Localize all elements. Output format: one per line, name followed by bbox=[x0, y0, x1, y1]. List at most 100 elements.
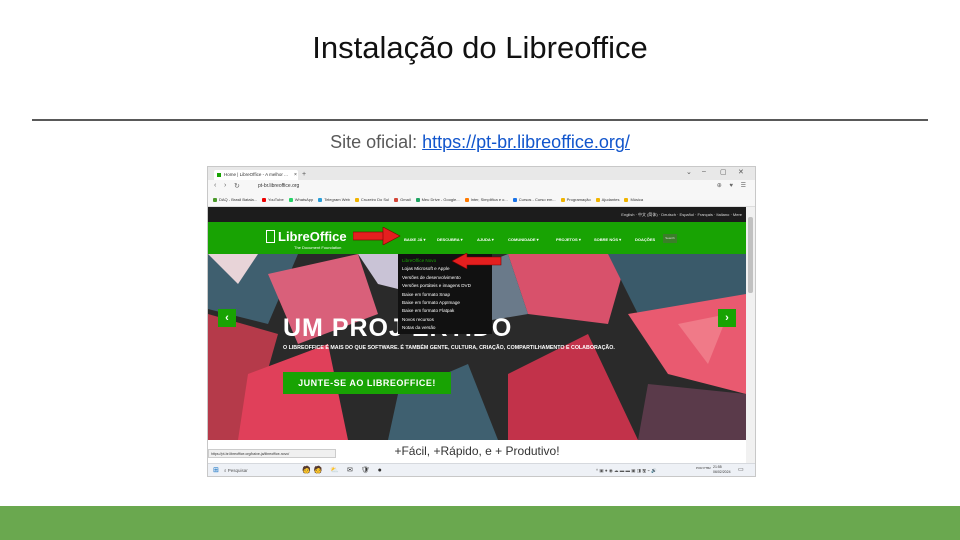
carousel-next-button[interactable]: › bbox=[718, 309, 736, 327]
bookmark-label: Música bbox=[630, 197, 644, 202]
nav-descubra[interactable]: DESCUBRA ▾ bbox=[437, 237, 463, 242]
url-field[interactable]: pt-br.libreoffice.org bbox=[258, 183, 299, 189]
site-line: Site oficial: https://pt-br.libreoffice.… bbox=[0, 132, 960, 153]
nav-comunidade[interactable]: COMUNIDADE ▾ bbox=[508, 237, 539, 242]
bookmark-icon bbox=[213, 198, 217, 202]
maximize-icon[interactable]: ▢ bbox=[720, 168, 727, 176]
bookmark-label: Programação bbox=[566, 197, 591, 202]
status-url: https://pt-br.libreoffice.org/baixe-ja/l… bbox=[208, 449, 336, 458]
bookmark-label: YouTube bbox=[268, 197, 284, 202]
nav-projetos[interactable]: PROJETOS ▾ bbox=[556, 237, 581, 242]
tagline-section: +Fácil, +Rápido, e + Produtivo! https://… bbox=[208, 440, 746, 463]
bookmark-label: Cruzeiro Do Sul bbox=[360, 197, 390, 202]
tab-close-icon[interactable]: × bbox=[294, 170, 297, 180]
search-box[interactable]: Search bbox=[663, 234, 677, 243]
libreoffice-logo[interactable]: LibreOffice bbox=[266, 229, 347, 244]
nav-baixe-ja[interactable]: BAIXE JÁ ▾ bbox=[404, 237, 426, 242]
slide-title: Instalação do Libreoffice bbox=[312, 30, 648, 65]
minimize-icon[interactable]: – bbox=[702, 168, 706, 175]
bookmark-icon bbox=[512, 198, 517, 202]
bookmark-label: Inter, Simplifica e o... bbox=[470, 197, 508, 202]
hero-description: O LIBREOFFICE É MAIS DO QUE SOFTWARE. É … bbox=[283, 345, 615, 351]
tab-title: Home | LibreOffice - A melhor ... bbox=[224, 172, 288, 177]
site-label: Site oficial: bbox=[330, 132, 423, 152]
web-page: English · 中文 (简体) · Deutsch · Español · … bbox=[208, 207, 746, 463]
notification-icon[interactable]: ▭ bbox=[738, 466, 744, 473]
footer-accent-bar bbox=[0, 506, 960, 540]
nav-ajuda[interactable]: AJUDA ▾ bbox=[477, 237, 494, 242]
logo-text: LibreOffice bbox=[278, 229, 347, 244]
bookmark-item[interactable]: DAQ - Brasil Batala... bbox=[213, 194, 257, 206]
bookmark-icon bbox=[288, 198, 293, 202]
windows-icon[interactable]: ⊞ bbox=[213, 467, 219, 474]
bookmark-label: WhatsApp bbox=[294, 197, 314, 202]
bookmark-label: DAQ - Brasil Batala... bbox=[219, 197, 258, 202]
logo-subtitle: The Document Foundation bbox=[294, 245, 342, 250]
dropdown-item[interactable]: Versões de desenvolvimento bbox=[398, 274, 492, 282]
red-arrow-annotation-nav bbox=[353, 227, 401, 245]
taskbar-apps[interactable]: 🧑🧑 ⛅ ✉ 🛡 ● bbox=[302, 466, 385, 475]
bookmark-icon bbox=[394, 198, 399, 202]
bookmark-icon bbox=[354, 198, 359, 202]
bookmark-item[interactable]: Meu Drive - Google... bbox=[415, 194, 460, 206]
dropdown-item[interactable]: Notas da versão bbox=[398, 324, 492, 332]
bookmark-icon bbox=[624, 198, 629, 202]
join-libreoffice-button[interactable]: JUNTE-SE AO LIBREOFFICE! bbox=[283, 372, 451, 394]
reload-icon[interactable]: ↻ bbox=[234, 182, 240, 190]
back-icon[interactable]: ‹ bbox=[214, 182, 216, 189]
input-language[interactable]: POR PTB2 bbox=[696, 466, 711, 471]
bookmark-item[interactable]: Programação bbox=[560, 194, 591, 206]
bookmark-item[interactable]: Cruzeiro Do Sul bbox=[354, 194, 390, 206]
red-arrow-annotation-menu bbox=[452, 253, 502, 269]
site-link[interactable]: https://pt-br.libreoffice.org/ bbox=[422, 132, 630, 152]
bookmark-icon bbox=[464, 198, 469, 202]
bookmark-item[interactable]: Ajudantes bbox=[595, 194, 620, 206]
bookmark-label: Cursos - Curso em... bbox=[518, 197, 556, 202]
bookmark-item[interactable]: WhatsApp bbox=[288, 194, 314, 206]
bookmark-label: Meu Drive - Google... bbox=[421, 197, 460, 202]
title-divider bbox=[32, 119, 928, 121]
address-bar: ‹ › ↻ pt-br.libreoffice.org ⊕ ♥ ☰ bbox=[208, 180, 755, 194]
bookmark-item[interactable]: Telegram Web bbox=[318, 194, 350, 206]
taskbar-search[interactable]: ⌕ Pesquisar bbox=[224, 466, 248, 475]
dropdown-item[interactable]: Baixe em formato Flatpak bbox=[398, 307, 492, 315]
tab-list-icon[interactable]: ⌄ bbox=[686, 168, 692, 176]
new-tab-button[interactable]: + bbox=[302, 170, 306, 180]
system-tray-icons[interactable]: ^ ▣ ● ◉ ☁ ▬ ▬ ▣ ◨ 🖫 ⌁ 🔊 bbox=[596, 467, 657, 475]
bookmark-item[interactable]: Gmail bbox=[394, 194, 411, 206]
dropdown-item[interactable]: Baixe em formato AppImage bbox=[398, 299, 492, 307]
page-scrollbar[interactable] bbox=[746, 207, 755, 463]
browser-screenshot: Home | LibreOffice - A melhor ... × + ⌄ … bbox=[207, 166, 756, 477]
bookmark-item[interactable]: Cursos - Curso em... bbox=[512, 194, 556, 206]
bookmark-icon bbox=[595, 198, 600, 202]
bookmark-icon bbox=[560, 198, 565, 202]
windows-taskbar: ⊞ ⌕ Pesquisar 🧑🧑 ⛅ ✉ 🛡 ● ^ ▣ ● ◉ ☁ ▬ ▬ ▣… bbox=[208, 463, 755, 476]
bookmarks-bar: DAQ - Brasil Batala... YouTube WhatsApp Tel… bbox=[208, 194, 755, 207]
address-bar-icons[interactable]: ⊕ ♥ ☰ bbox=[717, 182, 749, 189]
bookmark-label: Ajudantes bbox=[601, 197, 620, 202]
carousel-prev-button[interactable]: ‹ bbox=[218, 309, 236, 327]
dropdown-item[interactable]: Novos recursos bbox=[398, 316, 492, 324]
tab-strip: Home | LibreOffice - A melhor ... × + ⌄ … bbox=[208, 167, 755, 180]
dropdown-item[interactable]: Baixe em formato Snap bbox=[398, 291, 492, 299]
bookmark-icon bbox=[262, 198, 267, 202]
browser-tab[interactable]: Home | LibreOffice - A melhor ... × bbox=[214, 170, 298, 180]
document-icon bbox=[266, 230, 275, 243]
bookmark-icon bbox=[318, 198, 323, 202]
bookmark-icon bbox=[415, 198, 420, 202]
forward-icon[interactable]: › bbox=[224, 182, 226, 189]
site-header: LibreOffice The Document Foundation BAIX… bbox=[208, 222, 746, 254]
close-window-icon[interactable]: ✕ bbox=[738, 168, 744, 176]
libreoffice-favicon-icon bbox=[217, 173, 221, 177]
nav-doacoes[interactable]: DOAÇÕES bbox=[635, 237, 655, 242]
clock[interactable]: 21:55 06/02/2024 bbox=[713, 465, 731, 475]
bookmark-label: Telegram Web bbox=[324, 197, 350, 202]
bookmark-item[interactable]: Música bbox=[624, 194, 643, 206]
language-bar[interactable]: English · 中文 (简体) · Deutsch · Español · … bbox=[208, 207, 746, 222]
bookmark-item[interactable]: YouTube bbox=[262, 194, 284, 206]
scrollbar-thumb[interactable] bbox=[748, 217, 753, 293]
bookmark-item[interactable]: Inter, Simplifica e o... bbox=[464, 194, 508, 206]
bookmark-label: Gmail bbox=[400, 197, 411, 202]
nav-sobre-nos[interactable]: SOBRE NÓS ▾ bbox=[594, 237, 621, 242]
dropdown-item[interactable]: Versões portáteis e imagens DVD bbox=[398, 282, 492, 290]
